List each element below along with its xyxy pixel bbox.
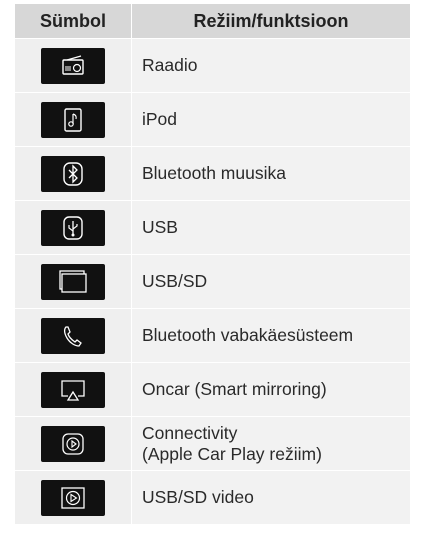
- table-row: iPod: [14, 92, 411, 147]
- table-row: USB: [14, 200, 411, 255]
- symbol-cell: [14, 416, 132, 471]
- symbol-cell: [14, 470, 132, 525]
- mode-label: Raadio: [131, 38, 411, 93]
- phone-icon: [41, 317, 105, 354]
- video-play-icon: [41, 479, 105, 516]
- screen-mirror-icon: [41, 371, 105, 408]
- header-symbol: Sümbol: [14, 3, 132, 39]
- symbol-cell: [14, 362, 132, 417]
- table-row: Bluetooth muusika: [14, 146, 411, 201]
- usb-icon: [41, 209, 105, 246]
- mode-label: USB/SD: [131, 254, 411, 309]
- table-row: Oncar (Smart mirroring): [14, 362, 411, 417]
- mode-label: Oncar (Smart mirroring): [131, 362, 411, 417]
- radio-icon: [41, 47, 105, 84]
- mode-label: USB/SD video: [131, 470, 411, 525]
- carplay-icon: [41, 425, 105, 462]
- table-row: Connectivity (Apple Car Play režiim): [14, 416, 411, 471]
- table-header-row: Sümbol Režiim/funktsioon: [14, 3, 411, 39]
- symbol-table: Sümbol Režiim/funktsioon Raadio iPod Blu…: [14, 3, 411, 525]
- symbol-cell: [14, 308, 132, 363]
- mode-label: Bluetooth muusika: [131, 146, 411, 201]
- symbol-cell: [14, 254, 132, 309]
- mode-label: Connectivity (Apple Car Play režiim): [131, 416, 411, 471]
- table-row: Raadio: [14, 38, 411, 93]
- ipod-icon: [41, 101, 105, 138]
- header-mode: Režiim/funktsioon: [131, 3, 411, 39]
- usb-sd-icon: [41, 263, 105, 300]
- mode-label-line1: Connectivity: [142, 422, 238, 443]
- symbol-cell: [14, 92, 132, 147]
- table-row: Bluetooth vabakäesüsteem: [14, 308, 411, 363]
- symbol-cell: [14, 146, 132, 201]
- mode-label: Bluetooth vabakäesüsteem: [131, 308, 411, 363]
- symbol-cell: [14, 38, 132, 93]
- table-row: USB/SD: [14, 254, 411, 309]
- mode-label-line2: (Apple Car Play režiim): [142, 443, 322, 464]
- table-row: USB/SD video: [14, 470, 411, 525]
- mode-label: iPod: [131, 92, 411, 147]
- mode-label: USB: [131, 200, 411, 255]
- symbol-cell: [14, 200, 132, 255]
- bluetooth-icon: [41, 155, 105, 192]
